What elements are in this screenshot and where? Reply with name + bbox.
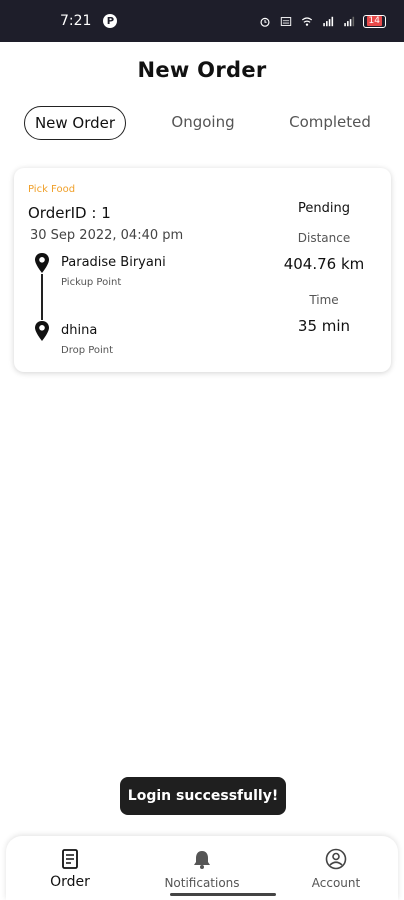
nav-label-account: Account xyxy=(311,876,361,890)
order-tabs: New Order Ongoing Completed xyxy=(0,106,404,140)
nav-label-notifications: Notifications xyxy=(164,876,240,890)
time-value: 35 min xyxy=(297,317,351,335)
wifi-icon xyxy=(301,16,312,26)
nav-item-notifications[interactable]: Notifications xyxy=(142,836,262,900)
order-icon xyxy=(62,849,78,869)
distance-label: Distance xyxy=(297,231,351,245)
battery-icon: 14 xyxy=(362,14,386,28)
signal-icon xyxy=(322,16,333,26)
pickup-name: Paradise Biryani xyxy=(61,255,166,270)
alarm-icon xyxy=(260,17,270,27)
order-card[interactable]: Pick Food OrderID : 1 30 Sep 2022, 04:40… xyxy=(14,168,391,372)
page-title: New Order xyxy=(137,58,267,82)
status-time: 7:21 xyxy=(60,13,92,29)
battery-level: 14 xyxy=(366,16,382,26)
location-pin-icon xyxy=(35,321,49,341)
drop-name: dhina xyxy=(61,323,98,338)
route-line xyxy=(41,274,43,320)
nav-item-order[interactable]: Order xyxy=(10,836,130,900)
account-icon xyxy=(325,848,347,870)
tab-ongoing[interactable]: Ongoing xyxy=(152,106,254,140)
bottom-nav: Order Notifications Account xyxy=(6,836,398,900)
nav-label-order: Order xyxy=(50,874,90,890)
order-type-label: Pick Food xyxy=(28,184,76,195)
home-indicator xyxy=(170,893,276,896)
tab-completed[interactable]: Completed xyxy=(278,106,382,140)
signal-icon xyxy=(343,16,354,26)
app-badge-icon: P xyxy=(103,14,118,28)
time-label: Time xyxy=(309,293,339,307)
distance-value: 404.76 km xyxy=(283,255,365,273)
order-id: OrderID : 1 xyxy=(28,204,111,222)
toast-message: Login successfully! xyxy=(120,777,286,815)
data-icon xyxy=(280,16,291,26)
order-status: Pending xyxy=(298,201,350,216)
pickup-label: Pickup Point xyxy=(61,277,122,288)
bell-icon xyxy=(194,851,210,869)
location-pin-icon xyxy=(35,253,49,273)
order-date: 30 Sep 2022, 04:40 pm xyxy=(30,228,184,243)
status-bar: 7:21 P 14 xyxy=(0,0,404,42)
nav-item-account[interactable]: Account xyxy=(276,836,396,900)
drop-label: Drop Point xyxy=(61,345,114,356)
tab-new-order[interactable]: New Order xyxy=(24,106,126,140)
